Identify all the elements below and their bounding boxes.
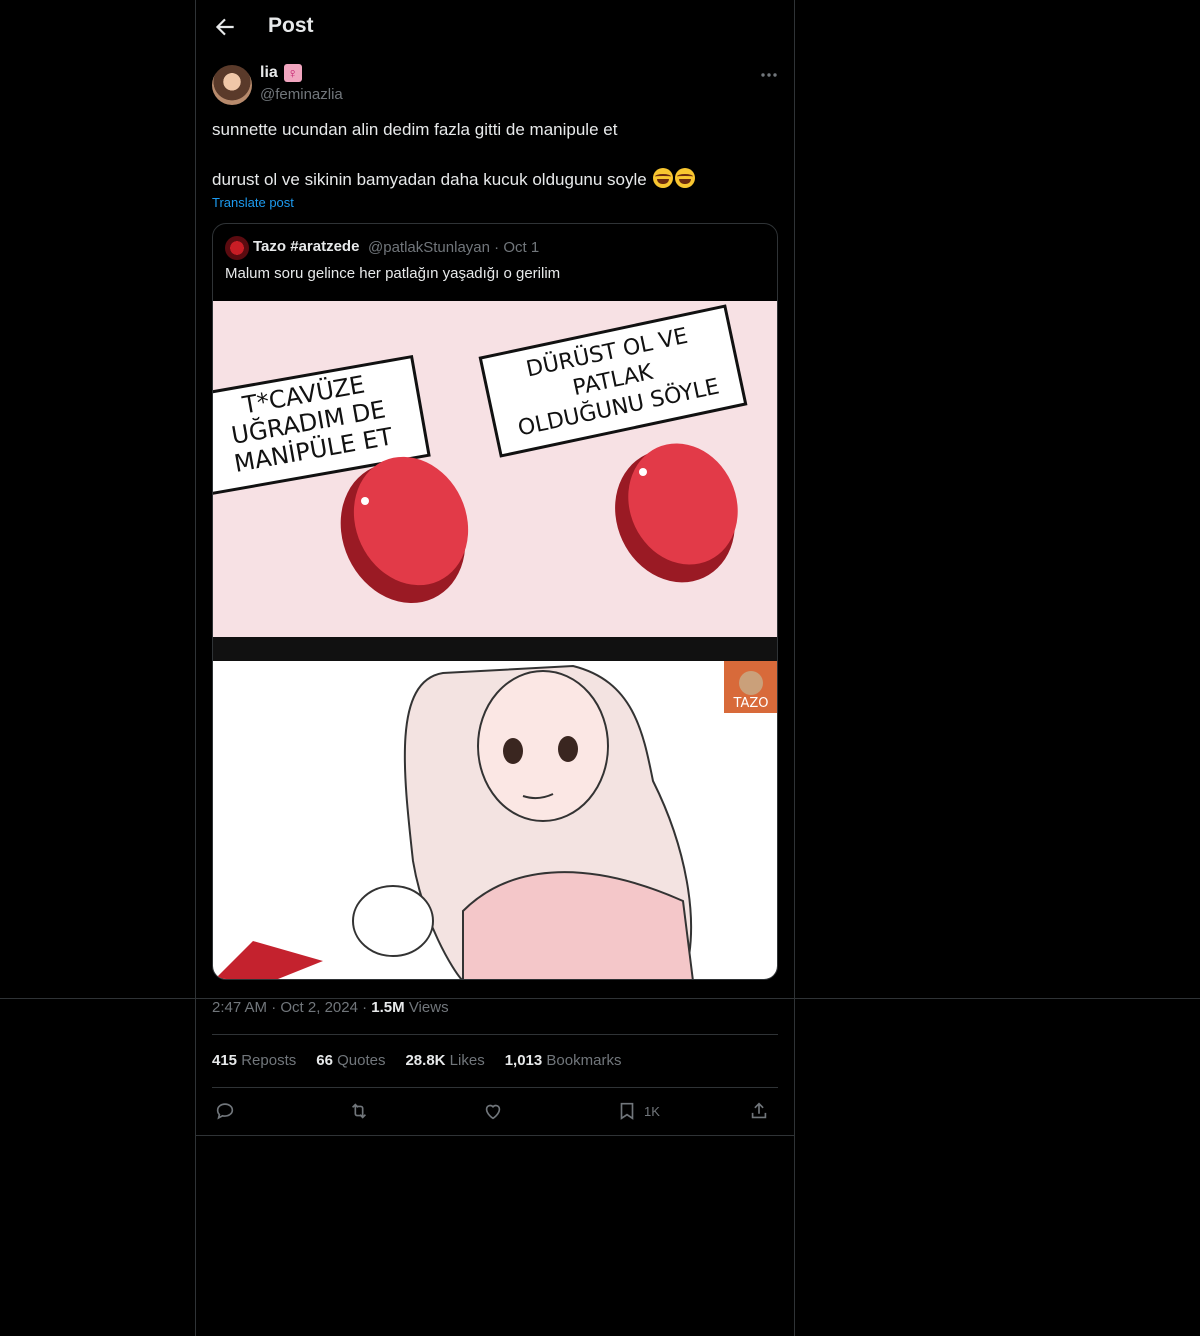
- share-button[interactable]: [748, 1098, 770, 1124]
- quotes-label: Quotes: [337, 1052, 386, 1069]
- author-name-row: lia ♀: [260, 64, 302, 82]
- views-label: Views: [408, 999, 449, 1016]
- reply-button[interactable]: [214, 1098, 236, 1124]
- engagement-stats: 415 Reposts 66 Quotes 28.8K Likes 1,013 …: [212, 1052, 621, 1069]
- tazo-watermark: TAZO: [724, 661, 777, 713]
- dot-separator: ·: [494, 239, 504, 256]
- like-button[interactable]: [482, 1098, 504, 1124]
- page-header: Post: [196, 0, 794, 54]
- joy-emoji-icon: [653, 168, 674, 188]
- bookmark-count: 1K: [644, 1103, 660, 1119]
- likes-stat[interactable]: 28.8K Likes: [405, 1052, 484, 1069]
- views-count: 1.5M: [371, 999, 405, 1016]
- female-sign-emoji: ♀: [283, 64, 302, 82]
- bookmark-button[interactable]: 1K: [616, 1098, 660, 1124]
- likes-count: 28.8K: [405, 1052, 446, 1069]
- dot-separator: ·: [362, 999, 372, 1016]
- repost-button[interactable]: [348, 1098, 370, 1124]
- back-arrow-icon[interactable]: [212, 14, 238, 40]
- repost-icon: [351, 1103, 367, 1119]
- reply-icon: [216, 1103, 234, 1120]
- quoted-display-name: Tazo #aratzede: [253, 238, 360, 255]
- quoted-avatar[interactable]: [225, 236, 249, 260]
- quoted-post[interactable]: Tazo #aratzede @patlakStunlayan · Oct 1 …: [212, 223, 778, 980]
- divider: [212, 1087, 778, 1088]
- reposts-stat[interactable]: 415 Reposts: [212, 1052, 296, 1069]
- likes-label: Likes: [449, 1052, 485, 1069]
- bookmarks-count: 1,013: [504, 1052, 543, 1069]
- bookmarks-stat[interactable]: 1,013 Bookmarks: [505, 1052, 622, 1069]
- reposts-label: Reposts: [241, 1052, 297, 1069]
- page-title: Post: [268, 14, 314, 37]
- divider: [212, 1034, 778, 1035]
- author-display-name[interactable]: lia: [260, 64, 278, 82]
- bookmark-icon: [620, 1102, 634, 1120]
- watermark-text: TAZO: [733, 696, 769, 711]
- quotes-count: 66: [316, 1052, 333, 1069]
- post-text-line-2: durust ol ve sikinin bamyadan daha kucuk…: [212, 168, 696, 190]
- translate-post-link[interactable]: Translate post: [212, 195, 294, 210]
- divider: [196, 1135, 794, 1136]
- reposts-count: 415: [212, 1052, 238, 1069]
- quoted-handle-date: @patlakStunlayan · Oct 1: [368, 239, 539, 256]
- meme-image[interactable]: T*CAVÜZE UĞRADIM DE MANİPÜLE ET DÜRÜST O…: [213, 301, 778, 980]
- share-icon: [751, 1102, 767, 1119]
- post-date[interactable]: Oct 2, 2024: [280, 999, 358, 1016]
- post-text-line-1: sunnette ucundan alin dedim fazla gitti …: [212, 120, 618, 139]
- quoted-date: Oct 1: [503, 239, 540, 256]
- post-timestamp: 2:47 AM · Oct 2, 2024 · 1.5M Views: [212, 999, 449, 1016]
- post-text-line-2-text: durust ol ve sikinin bamyadan daha kucuk…: [212, 170, 647, 189]
- quotes-stat[interactable]: 66 Quotes: [316, 1052, 385, 1069]
- quoted-handle: @patlakStunlayan: [368, 239, 490, 256]
- quoted-text: Malum soru gelince her patlağın yaşadığı…: [225, 265, 561, 282]
- like-icon: [485, 1104, 501, 1120]
- dot-separator: ·: [271, 999, 281, 1016]
- post-column: Post lia ♀ @feminazlia sunnette ucundan …: [195, 0, 795, 1336]
- action-bar: 1K: [212, 1098, 778, 1126]
- horizontal-rule: [0, 998, 1200, 999]
- more-icon[interactable]: [758, 66, 780, 84]
- author-handle[interactable]: @feminazlia: [260, 86, 343, 103]
- bookmarks-label: Bookmarks: [546, 1052, 622, 1069]
- joy-emoji-icon: [675, 168, 696, 188]
- avatar[interactable]: [212, 65, 252, 105]
- post-time[interactable]: 2:47 AM: [212, 999, 267, 1016]
